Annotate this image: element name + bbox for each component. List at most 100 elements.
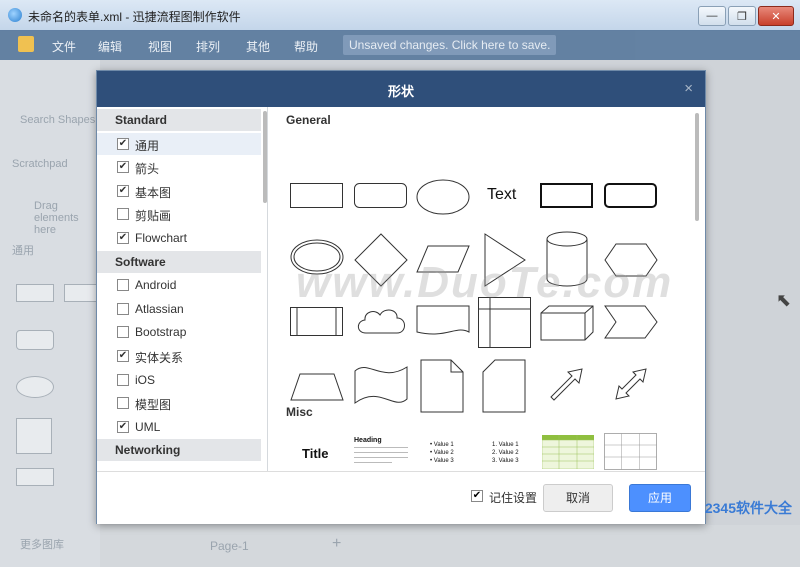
unsaved-changes-notice[interactable]: Unsaved changes. Click here to save. [343,35,557,55]
rectangle-shape[interactable] [290,183,344,209]
dialog-title: 形状 [387,84,414,99]
category-checkbox[interactable]: ✔ [117,420,129,433]
menu-other[interactable]: 其他 [246,38,270,55]
scratchpad-header[interactable]: Scratchpad [12,158,68,170]
category-label: 实体关系 [135,351,184,365]
close-window-button[interactable]: ✕ [758,6,794,26]
menu-arrange[interactable]: 排列 [196,38,220,55]
grid-table-shape[interactable] [604,433,658,471]
shape-sidebar: Search Shapes Scratchpad Drag elements h… [0,60,102,567]
thick-rectangle-shape[interactable] [540,183,594,209]
category-item[interactable]: ✔ 实体关系 [97,345,261,367]
category-item[interactable]: 剪贴画 [97,203,261,225]
app-logo-icon [18,36,34,52]
title-shape[interactable]: Title [302,446,329,461]
menu-bar: 文件 编辑 视图 排列 其他 帮助 Unsaved changes. Click… [0,30,800,60]
page-tab[interactable]: Page-1 [210,539,249,553]
bullet-list-shape[interactable]: • Value 1 • Value 2 • Value 3 [430,441,454,465]
category-item[interactable]: Android [97,274,261,296]
category-checkbox[interactable] [117,302,129,315]
sidebar-shape[interactable] [16,330,54,350]
category-checkbox[interactable]: ✔ [117,184,129,197]
double-arrow-shape[interactable] [612,365,650,403]
category-item[interactable]: ✔ 箭头 [97,156,261,178]
category-item[interactable]: Atlassian [97,298,261,320]
category-scrollbar[interactable] [263,111,267,203]
cloud-shape[interactable] [354,305,408,339]
note-shape[interactable] [420,359,464,413]
dialog-header: 形状 × [97,71,705,107]
category-checkbox[interactable]: ✔ [117,137,129,150]
remember-settings-checkbox[interactable]: ✔ [471,490,483,502]
shape-panel-scrollbar[interactable] [695,113,699,221]
menu-file[interactable]: 文件 [52,38,76,55]
category-label: 剪贴画 [135,209,172,224]
category-item[interactable]: iOS [97,369,261,391]
category-checkbox[interactable] [117,397,129,410]
brand-watermark: 2345软件大全 [704,500,792,516]
category-item[interactable]: ✔ Flowchart [97,227,261,249]
dialog-footer: ✔ 记住设置 取消 应用 [97,471,705,524]
category-label: iOS [135,372,156,387]
menu-help[interactable]: 帮助 [294,38,318,55]
sidebar-shape[interactable] [16,418,52,454]
document-shape[interactable] [416,305,470,339]
category-checkbox[interactable]: ✔ [117,232,129,244]
drag-hint: Drag elements here [34,200,79,236]
category-label: Flowchart [135,231,188,245]
menu-edit[interactable]: 编辑 [98,38,122,55]
trapezoid-shape[interactable] [290,373,344,401]
category-checkbox[interactable] [117,279,129,292]
minimize-button[interactable]: — [698,6,726,26]
category-item[interactable]: 模型图 [97,392,261,414]
window-title: 未命名的表单.xml - 迅捷流程图制作软件 [28,10,241,24]
arrow-shape[interactable] [548,365,586,403]
thick-rounded-rectangle-shape[interactable] [604,183,658,209]
card-shape[interactable] [482,359,526,413]
dialog-close-icon[interactable]: × [684,80,693,97]
cube-shape[interactable] [540,305,594,341]
step-shape[interactable] [604,305,658,339]
category-item[interactable]: ✔ 基本图 [97,180,261,202]
cancel-button[interactable]: 取消 [543,484,613,512]
remember-settings-label[interactable]: 记住设置 [489,489,537,506]
category-item[interactable]: Bootstrap [97,321,261,343]
search-shapes-input[interactable]: Search Shapes [20,114,95,126]
menu-view[interactable]: 视图 [148,38,172,55]
general-header[interactable]: 通用 [12,242,34,258]
category-checkbox[interactable]: ✔ [117,161,129,174]
ellipse-shape[interactable] [416,179,470,215]
app-icon [8,8,22,22]
table-shape[interactable] [542,435,594,469]
sidebar-shape[interactable] [16,468,54,486]
maximize-button[interactable]: ❐ [728,6,756,26]
text-shape[interactable]: Text [487,186,516,204]
category-label: Android [135,278,177,293]
apply-button[interactable]: 应用 [629,484,691,512]
category-label: UML [135,419,161,434]
category-group-networking: Networking [97,439,261,462]
process-shape[interactable] [290,307,344,337]
sidebar-shape[interactable] [16,376,54,398]
sidebar-shape[interactable] [16,284,54,302]
category-label: 模型图 [135,398,172,413]
add-page-icon[interactable]: + [332,535,341,553]
category-label: 基本图 [135,185,172,200]
heading-shape[interactable]: Heading [354,437,408,465]
category-checkbox[interactable] [117,373,129,386]
category-label: 通用 [135,138,160,153]
category-label: 箭头 [135,162,160,177]
category-checkbox[interactable] [117,208,129,221]
category-checkbox[interactable]: ✔ [117,350,129,362]
category-checkbox[interactable] [117,326,129,339]
rounded-rectangle-shape[interactable] [354,183,408,209]
more-shapes-button[interactable]: 更多图库 [20,536,64,552]
category-label: Bootstrap [135,325,187,340]
category-group-software: Software [97,250,261,273]
category-item[interactable]: ✔ 通用 [97,132,261,155]
numbered-list-shape[interactable]: 1. Value 1 2. Value 2 3. Value 3 [492,441,519,465]
tape-shape[interactable] [354,363,408,407]
category-item[interactable]: ✔ UML [97,416,261,438]
category-group-standard: Standard [97,109,261,131]
watermark: www.DuoTe.com [296,258,674,307]
